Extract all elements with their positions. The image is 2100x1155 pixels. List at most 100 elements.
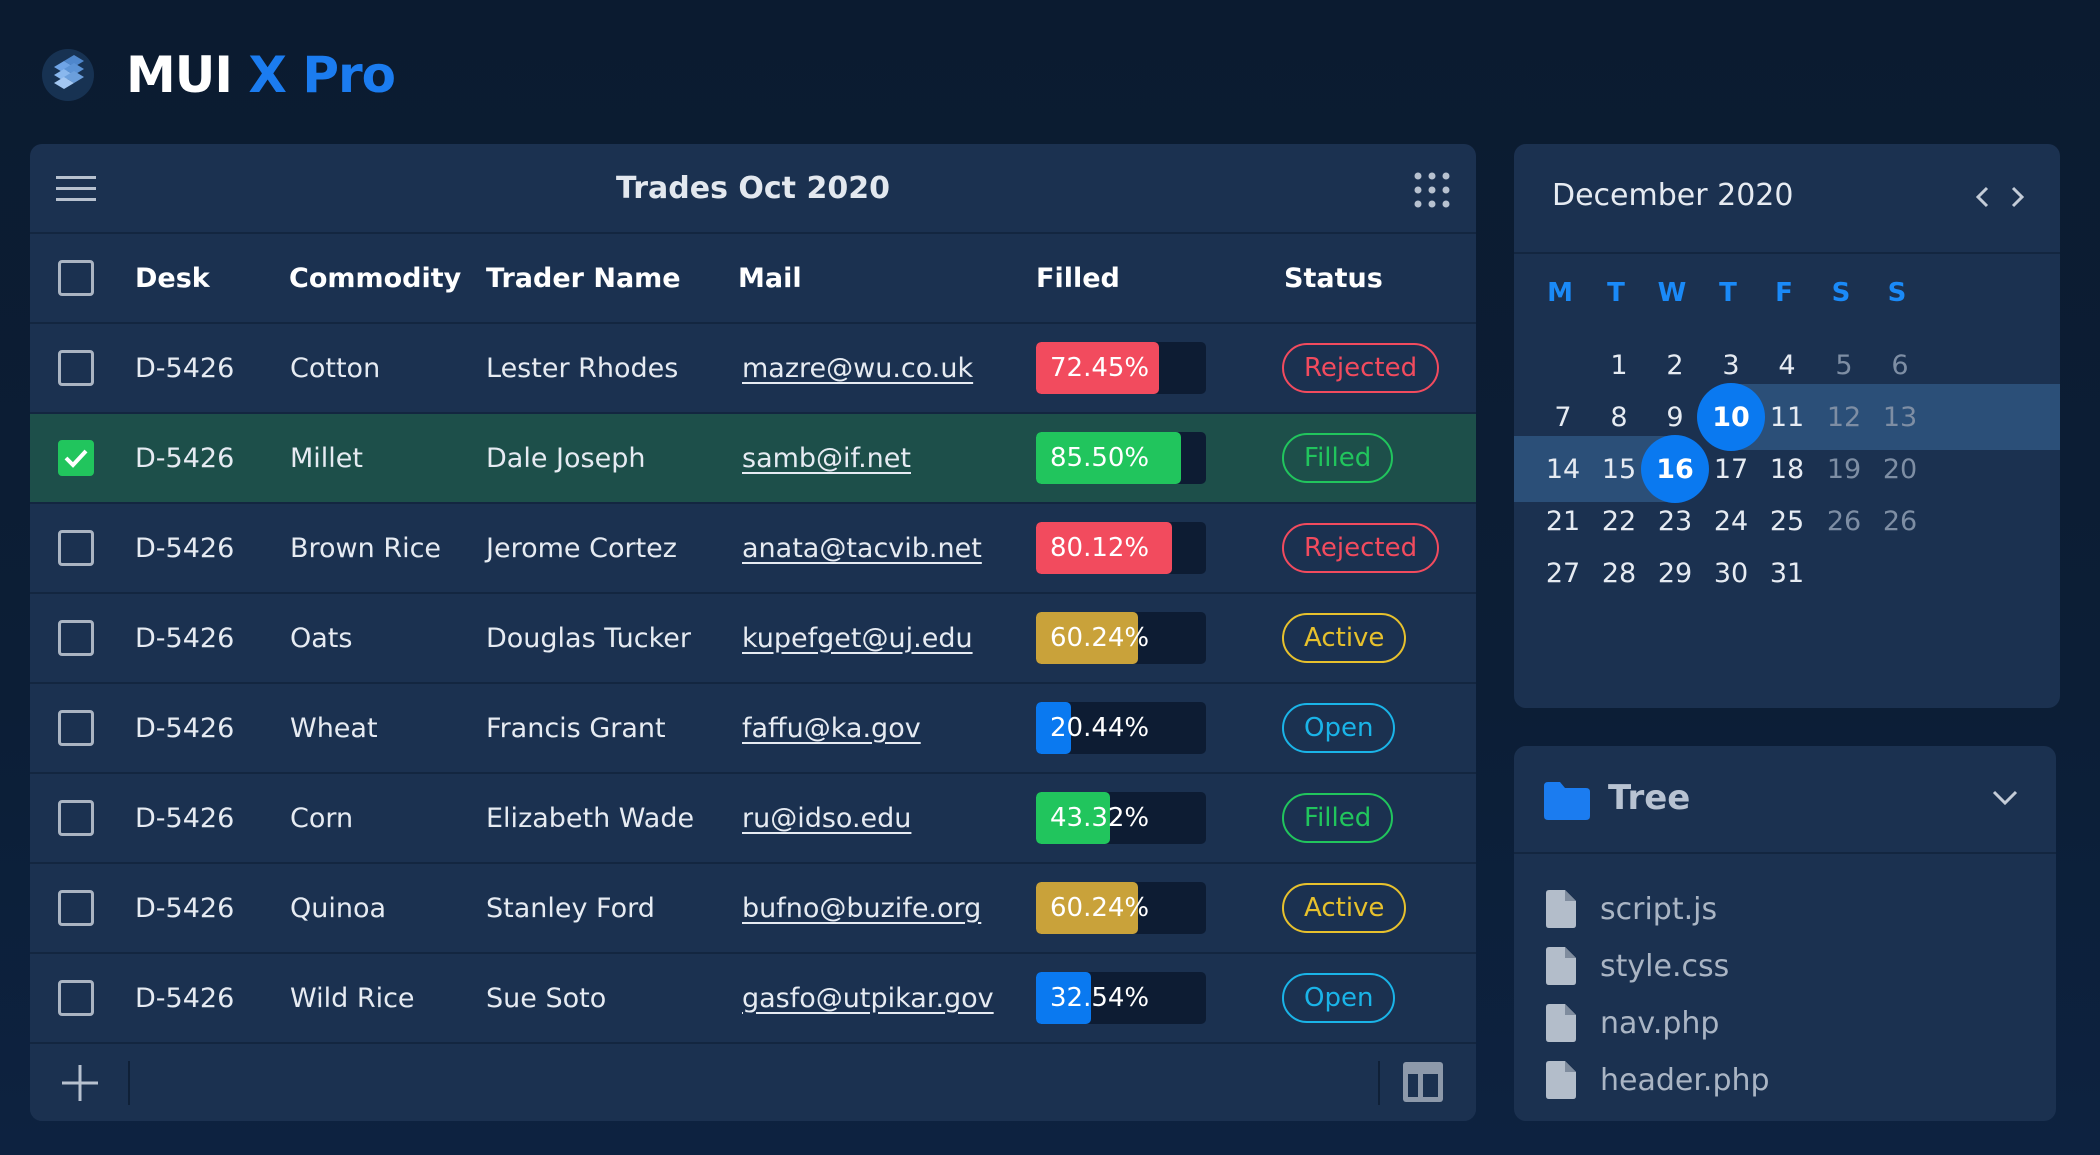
column-header-status[interactable]: Status <box>1284 234 1383 322</box>
progress-value: 60.24% <box>1050 623 1150 653</box>
brand-logo: MUI X Pro <box>40 40 396 110</box>
table-row[interactable]: D-5426 Oats Douglas Tucker kupefget@uj.edu 6… <box>30 594 1476 684</box>
table-row[interactable]: D-5426 Brown Rice Jerome Cortez anata@tacvi… <box>30 504 1476 594</box>
table-row[interactable]: D-5426 Corn Elizabeth Wade ru@idso.edu 43.32… <box>30 774 1476 864</box>
cell-mail: gasfo@utpikar.gov <box>742 954 994 1042</box>
row-checkbox-cell <box>58 414 94 502</box>
cell-mail: bufno@buzife.org <box>742 864 981 952</box>
cell-trader-name: Francis Grant <box>486 712 666 744</box>
chevron-right-icon[interactable] <box>2004 182 2030 212</box>
tree-item[interactable]: header.php <box>1546 1055 1770 1105</box>
cell-filled: 72.45% <box>1036 324 1206 412</box>
progress-bar: 60.24% <box>1036 612 1206 664</box>
calendar: December 2020 MTWTFSS 1 2 3 4 5 6 7 8 9 10 11 12 13 1… <box>1514 144 2060 708</box>
row-checkbox[interactable] <box>58 440 94 476</box>
row-checkbox[interactable] <box>58 620 94 656</box>
row-checkbox[interactable] <box>58 800 94 836</box>
mail-link[interactable]: faffu@ka.gov <box>742 713 921 744</box>
tree-title: Tree <box>1608 778 1691 818</box>
tree-item-label: nav.php <box>1600 1005 1720 1041</box>
cell-trader-name: Sue Soto <box>486 982 607 1014</box>
cell-trader-name: Dale Joseph <box>486 442 646 474</box>
row-checkbox[interactable] <box>58 890 94 926</box>
trades-grid: Trades Oct 2020 Desk Commodity Trader Na… <box>30 144 1476 1121</box>
calendar-weekdays: MTWTFSS <box>1514 266 2060 316</box>
cell-filled: 32.54% <box>1036 954 1206 1042</box>
grid-footer <box>30 1045 1476 1121</box>
progress-bar: 80.12% <box>1036 522 1206 574</box>
status-badge: Rejected <box>1282 343 1440 393</box>
cell-desk: D-5426 <box>135 712 235 744</box>
status-badge: Active <box>1282 883 1407 933</box>
weekday-label: S <box>1887 278 1907 308</box>
mail-link[interactable]: samb@if.net <box>742 443 911 474</box>
select-all-checkbox[interactable] <box>58 260 94 296</box>
file-icon <box>1546 947 1576 985</box>
cell-commodity: Brown Rice <box>290 532 442 564</box>
tree-item[interactable]: style.css <box>1546 941 1729 991</box>
column-header-filled[interactable]: Filled <box>1036 234 1120 322</box>
cell-status: Open <box>1282 684 1396 772</box>
table-icon[interactable] <box>1402 1061 1444 1103</box>
cell-commodity: Millet <box>290 442 363 474</box>
mail-link[interactable]: kupefget@uj.edu <box>742 623 973 654</box>
column-header-desk[interactable]: Desk <box>135 234 210 322</box>
row-checkbox[interactable] <box>58 530 94 566</box>
cell-desk: D-5426 <box>135 982 235 1014</box>
tree-item[interactable]: script.js <box>1546 884 1717 934</box>
calendar-day[interactable]: 31 <box>1753 539 1821 607</box>
cell-desk: D-5426 <box>135 352 235 384</box>
table-row[interactable]: D-5426 Millet Dale Joseph samb@if.net 85.50%… <box>30 414 1476 504</box>
tree-header[interactable]: Tree <box>1514 746 2056 854</box>
mail-link[interactable]: mazre@wu.co.uk <box>742 353 973 384</box>
row-checkbox-cell <box>58 774 94 862</box>
table-row[interactable]: D-5426 Wheat Francis Grant faffu@ka.gov 20.4… <box>30 684 1476 774</box>
table-row[interactable]: D-5426 Quinoa Stanley Ford bufno@buzife.org… <box>30 864 1476 954</box>
cell-status: Open <box>1282 954 1396 1042</box>
calendar-header: December 2020 <box>1514 144 2060 254</box>
column-header-mail[interactable]: Mail <box>738 234 802 322</box>
chevron-left-icon[interactable] <box>1970 182 1996 212</box>
footer-divider <box>1378 1061 1380 1105</box>
status-badge: Filled <box>1282 433 1394 483</box>
table-row[interactable]: D-5426 Wild Rice Sue Soto gasfo@utpikar.gov… <box>30 954 1476 1044</box>
status-badge: Filled <box>1282 793 1394 843</box>
mail-link[interactable]: anata@tacvib.net <box>742 533 982 564</box>
progress-bar: 85.50% <box>1036 432 1206 484</box>
column-header-commodity[interactable]: Commodity <box>289 234 461 322</box>
progress-value: 60.24% <box>1050 893 1150 923</box>
apps-grid-icon[interactable] <box>1414 172 1450 208</box>
progress-bar: 32.54% <box>1036 972 1206 1024</box>
check-icon <box>64 449 88 468</box>
progress-bar: 72.45% <box>1036 342 1206 394</box>
cell-status: Filled <box>1282 774 1394 862</box>
cell-mail: faffu@ka.gov <box>742 684 921 772</box>
tree-item[interactable]: nav.php <box>1546 998 1719 1048</box>
row-checkbox[interactable] <box>58 350 94 386</box>
weekday-label: M <box>1547 278 1573 308</box>
chevron-down-icon[interactable] <box>1990 786 2020 810</box>
weekday-label: T <box>1607 278 1625 308</box>
add-icon[interactable] <box>60 1063 100 1103</box>
mail-link[interactable]: bufno@buzife.org <box>742 893 981 924</box>
grid-header-row: Desk Commodity Trader Name Mail Filled S… <box>30 234 1476 324</box>
status-badge: Open <box>1282 703 1396 753</box>
brand-name-part2: X Pro <box>248 46 396 104</box>
progress-bar: 20.44% <box>1036 702 1206 754</box>
cell-trader-name: Stanley Ford <box>486 892 655 924</box>
row-checkbox[interactable] <box>58 710 94 746</box>
status-badge: Open <box>1282 973 1396 1023</box>
mail-link[interactable]: gasfo@utpikar.gov <box>742 983 994 1014</box>
mail-link[interactable]: ru@idso.edu <box>742 803 911 834</box>
tree-panel: Tree script.js style.css nav.php header.php <box>1514 746 2056 1121</box>
row-checkbox[interactable] <box>58 980 94 1016</box>
cell-status: Rejected <box>1282 324 1440 412</box>
cell-status: Filled <box>1282 414 1394 502</box>
column-header-trader-name[interactable]: Trader Name <box>486 234 681 322</box>
progress-bar: 43.32% <box>1036 792 1206 844</box>
menu-icon[interactable] <box>56 174 96 204</box>
file-icon <box>1546 1004 1576 1042</box>
progress-value: 43.32% <box>1050 803 1150 833</box>
brand-name: MUI X Pro <box>126 46 396 104</box>
table-row[interactable]: D-5426 Cotton Lester Rhodes mazre@wu.co.uk 7… <box>30 324 1476 414</box>
